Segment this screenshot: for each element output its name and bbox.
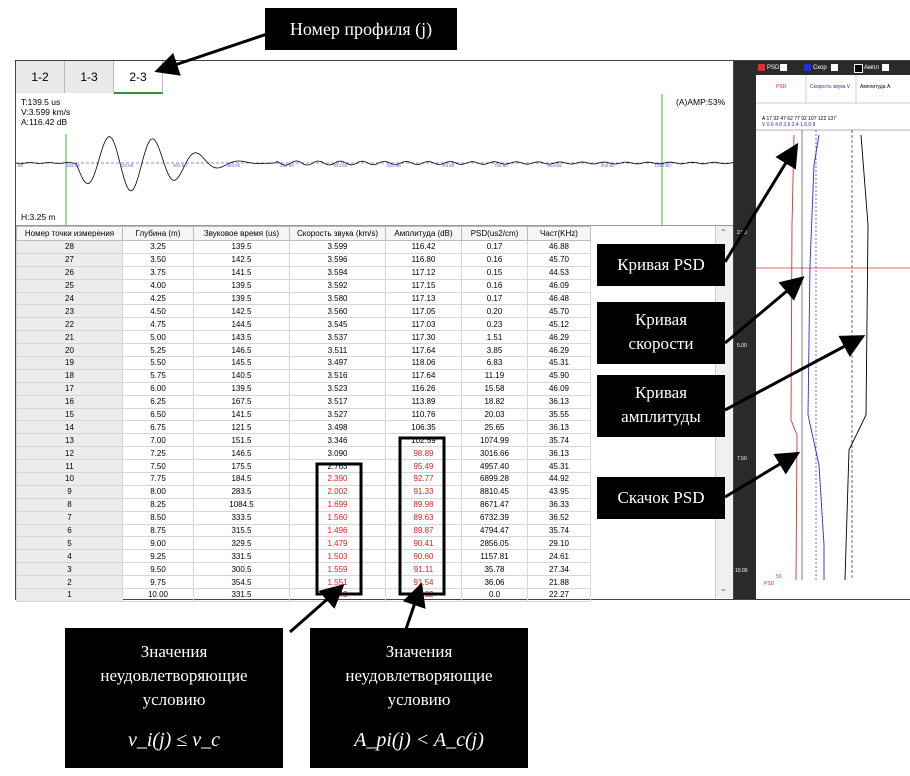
bad-velocity-line-2: неудовлетворяющие <box>100 666 248 685</box>
bad-amplitude-line-2: неудовлетворяющие <box>345 666 493 685</box>
formula-amplitude: A_pi(j) < A_c(j) <box>354 729 484 751</box>
callout-psd-curve: Кривая PSD <box>597 244 725 286</box>
velocity-callout-line-2: скорости <box>628 334 694 353</box>
amplitude-callout-line-2: амплитуды <box>621 407 701 426</box>
velocity-callout-line-1: Кривая <box>634 310 688 329</box>
bad-amplitude-line-3: условию <box>387 690 451 709</box>
bad-amplitude-line-1: Значения <box>385 642 453 661</box>
formula-velocity: v_i(j) ≤ v_c <box>127 729 221 751</box>
callout-velocity-curve: Кривая скорости <box>597 302 725 364</box>
callout-bad-amplitude: Значения неудовлетворяющие условию A_pi(… <box>310 628 528 768</box>
bad-velocity-line-3: условию <box>142 690 206 709</box>
amplitude-callout-line-1: Кривая <box>634 383 688 402</box>
callout-profile-number: Номер профиля (j) <box>265 8 457 50</box>
bad-velocity-line-1: Значения <box>140 642 208 661</box>
callout-bad-velocity: Значения неудовлетворяющие условию v_i(j… <box>65 628 283 768</box>
callout-psd-jump: Скачок PSD <box>597 477 725 519</box>
callout-amplitude-curve: Кривая амплитуды <box>597 375 725 437</box>
